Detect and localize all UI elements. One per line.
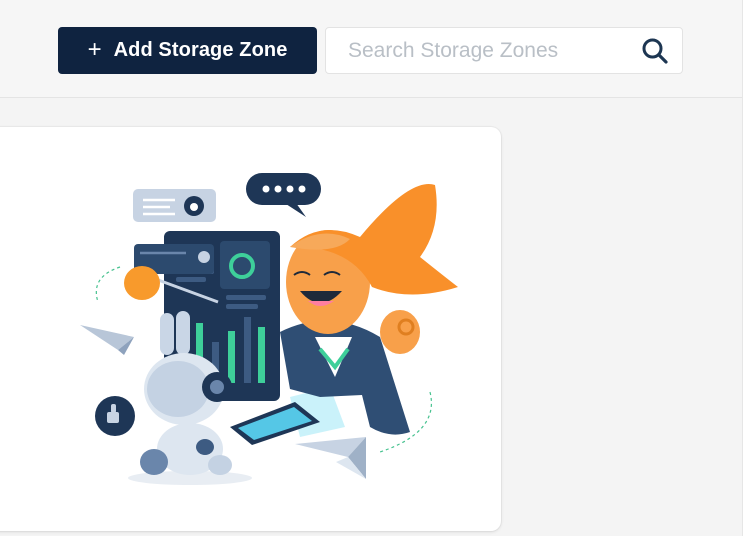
search-icon[interactable] xyxy=(640,36,670,66)
plus-icon: + xyxy=(87,35,102,63)
add-storage-zone-button[interactable]: + Add Storage Zone xyxy=(58,27,317,74)
add-storage-zone-label: Add Storage Zone xyxy=(113,39,288,61)
search-box xyxy=(325,27,683,74)
empty-state-card xyxy=(0,127,501,531)
storage-zone-illustration xyxy=(80,173,458,485)
right-panel-edge xyxy=(742,0,753,536)
search-input[interactable] xyxy=(326,28,640,73)
toolbar: + Add Storage Zone xyxy=(0,0,743,98)
